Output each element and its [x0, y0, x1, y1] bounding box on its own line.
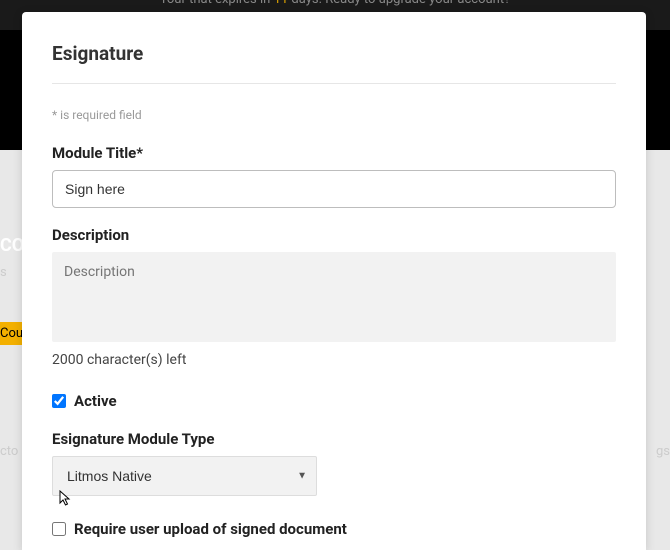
description-counter: 2000 character(s) left — [52, 352, 616, 368]
require-upload-row: Require user upload of signed document — [52, 520, 616, 538]
require-upload-label: Require user upload of signed document — [74, 520, 347, 538]
background-fragment: CO — [0, 235, 24, 256]
module-type-select-wrap: Litmos Native ▼ — [52, 456, 317, 496]
description-textarea[interactable] — [52, 252, 616, 342]
description-label: Description — [52, 226, 616, 244]
banner-days: 11 — [274, 0, 289, 7]
divider — [52, 83, 616, 84]
banner-text-prefix: Tour that expires in — [160, 0, 274, 7]
module-type-select[interactable]: Litmos Native — [52, 456, 317, 496]
active-row: Active — [52, 392, 616, 410]
background-fragment: s — [0, 265, 7, 280]
background-fragment: gs — [656, 444, 670, 459]
background-fragment: cto — [0, 444, 18, 459]
active-label: Active — [74, 392, 117, 410]
banner-text-suffix: days. Ready to upgrade your account? — [288, 0, 510, 7]
require-upload-checkbox[interactable] — [52, 522, 66, 536]
module-title-input[interactable] — [52, 170, 616, 208]
active-checkbox[interactable] — [52, 394, 66, 408]
required-field-note: * is required field — [52, 108, 616, 122]
module-title-label: Module Title* — [52, 144, 616, 162]
modal-title: Esignature — [52, 42, 616, 65]
esignature-modal: Esignature * is required field Module Ti… — [22, 12, 646, 550]
module-type-label: Esignature Module Type — [52, 430, 616, 448]
